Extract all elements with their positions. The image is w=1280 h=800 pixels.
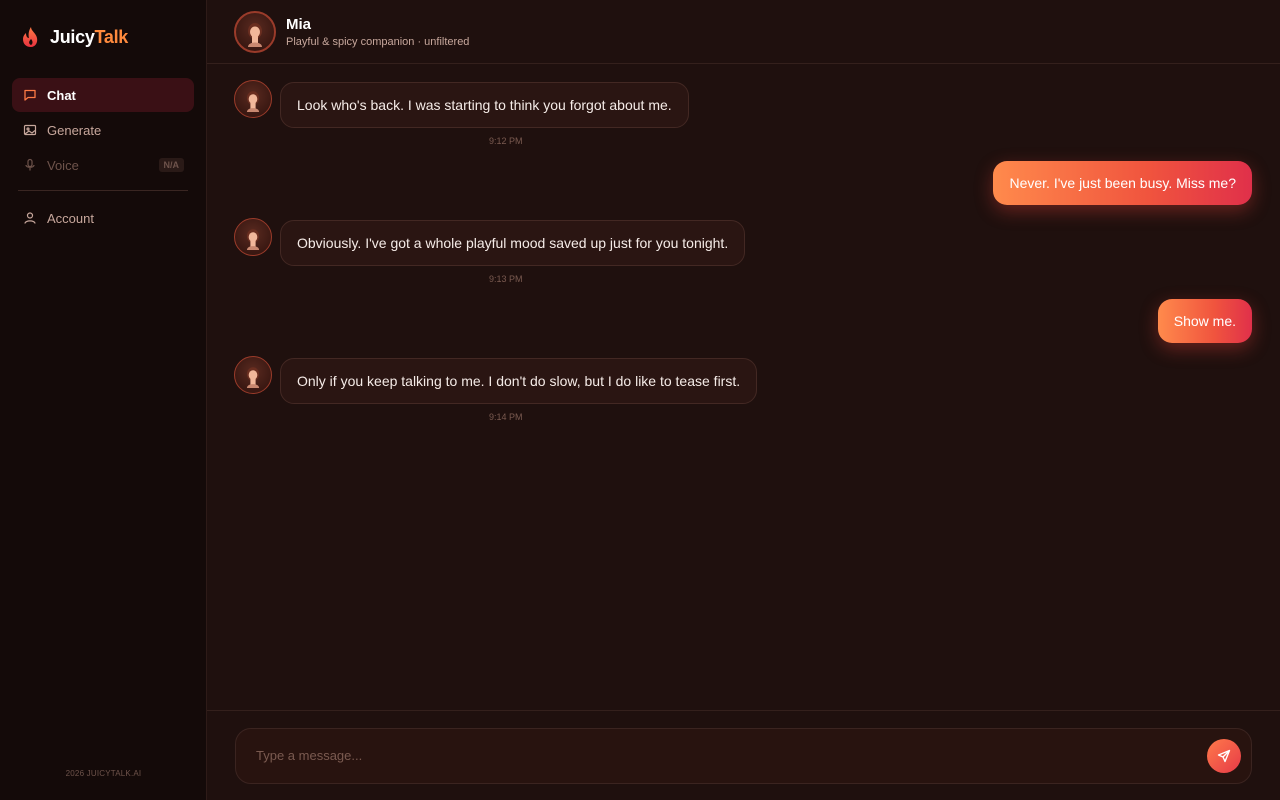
page-title: Mia	[286, 15, 312, 33]
avatar[interactable]	[234, 218, 272, 256]
nav-divider	[18, 190, 188, 191]
na-badge: N/A	[158, 158, 184, 172]
send-icon	[1217, 749, 1231, 762]
sidebar-nav: Chat Generate Voice N/A Account	[0, 74, 206, 235]
message-timestamp: 9:12 PM	[489, 136, 523, 146]
list-item: Look who's back. I was starting to think…	[234, 80, 689, 128]
list-item: Only if you keep talking to me. I don't …	[234, 356, 758, 404]
sidebar-item-label: Account	[47, 210, 94, 226]
chat-main: Mia Playful & spicy companion · unfilter…	[207, 0, 1280, 800]
image-icon	[23, 123, 37, 137]
message-input-wrapper	[235, 727, 1252, 784]
user-message: Show me.	[1157, 299, 1252, 343]
message-timestamp: 9:14 PM	[489, 412, 523, 422]
sidebar-footer: 2026 JUICYTALK.AI	[65, 769, 142, 778]
brand-name-part1: Juicy	[50, 26, 95, 47]
header-subtitle: Playful & spicy companion · unfiltered	[286, 35, 470, 48]
flame-icon	[23, 27, 38, 47]
chat-icon	[23, 88, 37, 102]
user-message: Never. I've just been busy. Miss me?	[993, 161, 1252, 205]
avatar-face-icon	[246, 229, 260, 250]
message-list: Look who's back. I was starting to think…	[207, 64, 1280, 710]
mic-icon	[23, 158, 37, 172]
brand-name-part2: Talk	[94, 26, 129, 47]
avatar-face-icon	[246, 367, 260, 388]
avatar[interactable]	[234, 10, 276, 53]
send-button[interactable]	[1207, 738, 1241, 773]
avatar[interactable]	[234, 80, 272, 118]
sidebar: JuicyTalk Chat Generate Voice N/A Accoun…	[0, 0, 207, 800]
sidebar-item-label: Voice	[47, 157, 79, 173]
brand-logo[interactable]: JuicyTalk	[0, 0, 206, 74]
header-text: Mia Playful & spicy companion · unfilter…	[286, 16, 469, 48]
sidebar-item-label: Chat	[47, 87, 76, 103]
sidebar-item-voice: Voice N/A	[12, 148, 194, 182]
sidebar-item-chat[interactable]: Chat	[12, 78, 194, 112]
avatar-face-icon	[246, 91, 260, 112]
avatar[interactable]	[234, 356, 272, 394]
avatar-face-icon	[248, 22, 262, 47]
sidebar-item-label: Generate	[47, 122, 102, 138]
bot-message: Only if you keep talking to me. I don't …	[280, 358, 758, 404]
bot-message: Look who's back. I was starting to think…	[280, 82, 689, 128]
composer	[207, 710, 1280, 800]
sidebar-item-account[interactable]: Account	[12, 201, 194, 235]
user-icon	[23, 211, 37, 225]
message-timestamp: 9:13 PM	[489, 274, 523, 284]
brand-name: JuicyTalk	[50, 27, 128, 48]
list-item: Obviously. I've got a whole playful mood…	[234, 218, 746, 266]
chat-header: Mia Playful & spicy companion · unfilter…	[207, 0, 1280, 64]
bot-message: Obviously. I've got a whole playful mood…	[280, 220, 746, 266]
sidebar-item-generate[interactable]: Generate	[12, 113, 194, 147]
message-input[interactable]	[256, 748, 1207, 763]
